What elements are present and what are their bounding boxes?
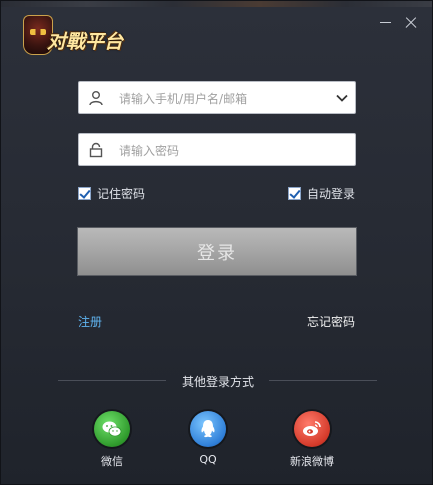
- app-logo: 对戰平台: [23, 15, 131, 57]
- weibo-label: 新浪微博: [290, 455, 334, 468]
- register-link[interactable]: 注册: [78, 313, 102, 330]
- username-field[interactable]: [78, 81, 356, 115]
- top-banner-strip: [1, 1, 432, 7]
- qq-label: QQ: [199, 453, 217, 466]
- auto-login-label: 自动登录: [307, 186, 356, 201]
- checkbox-checked-icon[interactable]: [288, 186, 301, 200]
- password-field[interactable]: [78, 133, 356, 167]
- user-icon: [89, 91, 103, 106]
- wechat-label: 微信: [101, 455, 123, 468]
- qq-login-button[interactable]: QQ: [173, 411, 243, 466]
- remember-password-checkbox[interactable]: 记住密码: [78, 185, 145, 201]
- minimize-button[interactable]: [378, 15, 394, 31]
- checkbox-checked-icon[interactable]: [78, 186, 91, 200]
- wechat-icon[interactable]: [94, 411, 130, 447]
- other-login-methods-label: 其他登录方式: [181, 375, 254, 389]
- remember-password-label: 记住密码: [97, 186, 146, 201]
- close-button[interactable]: [403, 15, 419, 31]
- username-input[interactable]: [117, 82, 331, 115]
- password-input[interactable]: [117, 134, 331, 167]
- chevron-down-icon[interactable]: [335, 91, 349, 105]
- weibo-icon[interactable]: [294, 411, 330, 447]
- weibo-login-button[interactable]: 新浪微博: [277, 411, 347, 469]
- login-window: 对戰平台 记住密码 自动登录 登录 注册 忘记密码 其他登录方式: [0, 0, 433, 485]
- forgot-password-link[interactable]: 忘记密码: [307, 313, 355, 330]
- lock-icon: [89, 142, 103, 158]
- login-button[interactable]: 登录: [77, 227, 357, 276]
- auto-login-checkbox[interactable]: 自动登录: [288, 185, 355, 201]
- logo-text: 对戰平台: [47, 31, 124, 53]
- divider-left: [58, 380, 166, 381]
- divider-right: [269, 380, 377, 381]
- qq-icon[interactable]: [190, 411, 226, 447]
- wechat-login-button[interactable]: 微信: [77, 411, 147, 469]
